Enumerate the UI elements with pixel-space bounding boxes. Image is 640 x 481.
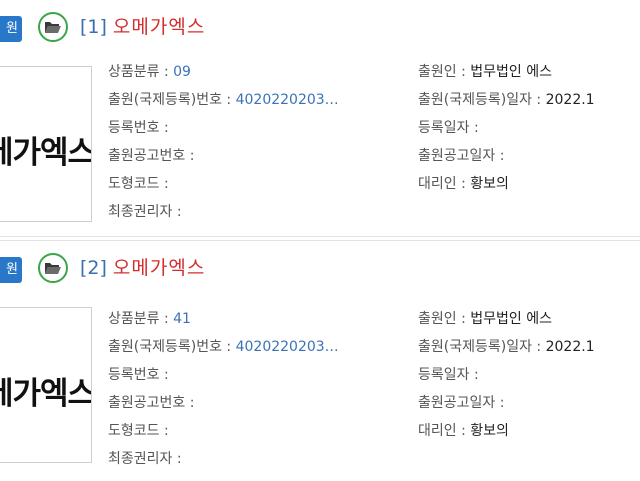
field-registration-number: 등록번호 : — [108, 120, 169, 136]
field-applicant: 출원인 : 법무법인 에스 — [418, 311, 552, 327]
record-title[interactable]: [2] 오메가엑스 — [80, 253, 205, 283]
trademark-record: 원 [1] 오메가엑스 메가엑스 상품분류 : 09 출원(국제등록)번호 : 4… — [0, 0, 640, 240]
trademark-thumbnail[interactable]: 메가엑스 — [0, 66, 92, 222]
field-publication-date: 출원공고일자 : — [418, 395, 505, 411]
trademark-logo-text: 메가엑스 — [0, 135, 92, 171]
record-name-link[interactable]: 오메가엑스 — [113, 16, 205, 38]
status-badge: 원 — [0, 257, 22, 283]
status-badge: 원 — [0, 16, 22, 42]
field-application-number: 출원(국제등록)번호 : 4020220203… — [108, 339, 339, 355]
field-final-right-holder: 최종권리자 : — [108, 204, 182, 220]
field-application-date: 출원(국제등록)일자 : 2022.1 — [418, 92, 595, 108]
record-name-link[interactable]: 오메가엑스 — [113, 257, 205, 279]
field-agent: 대리인 : 황보의 — [418, 423, 509, 439]
field-publication-date: 출원공고일자 : — [418, 148, 505, 164]
record-index: [2] — [80, 257, 107, 279]
open-record-button[interactable] — [38, 253, 68, 283]
field-application-number: 출원(국제등록)번호 : 4020220203… — [108, 92, 339, 108]
field-applicant: 출원인 : 법무법인 에스 — [418, 64, 552, 80]
field-registration-date: 등록일자 : — [418, 367, 479, 383]
trademark-logo-text: 메가엑스 — [0, 376, 92, 412]
record-index: [1] — [80, 16, 107, 38]
field-design-code: 도형코드 : — [108, 176, 169, 192]
trademark-thumbnail[interactable]: 메가엑스 — [0, 307, 92, 463]
field-registration-date: 등록일자 : — [418, 120, 479, 136]
field-final-right-holder: 최종권리자 : — [108, 451, 182, 467]
field-agent: 대리인 : 황보의 — [418, 176, 509, 192]
trademark-record: 원 [2] 오메가엑스 메가엑스 상품분류 : 41 출원(국제등록)번호 : 4… — [0, 240, 640, 481]
field-registration-number: 등록번호 : — [108, 367, 169, 383]
field-application-date: 출원(국제등록)일자 : 2022.1 — [418, 339, 595, 355]
field-product-class: 상품분류 : 09 — [108, 64, 191, 80]
field-design-code: 도형코드 : — [108, 423, 169, 439]
record-title[interactable]: [1] 오메가엑스 — [80, 12, 205, 42]
open-record-button[interactable] — [38, 12, 68, 42]
folder-open-icon — [45, 22, 61, 33]
folder-open-icon — [45, 263, 61, 274]
field-publication-number: 출원공고번호 : — [108, 148, 195, 164]
field-publication-number: 출원공고번호 : — [108, 395, 195, 411]
field-product-class: 상품분류 : 41 — [108, 311, 191, 327]
